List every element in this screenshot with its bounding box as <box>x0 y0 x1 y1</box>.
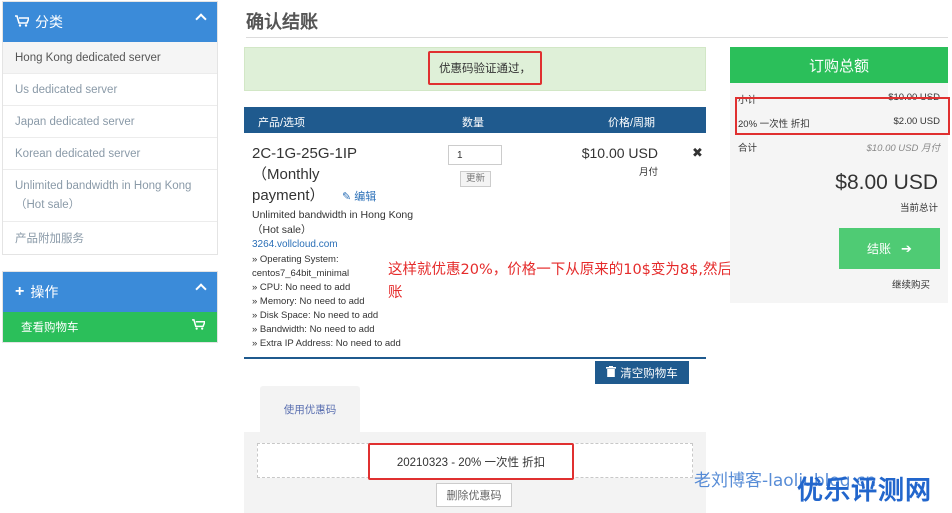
arrow-right-icon: ➔ <box>901 240 912 256</box>
option-disk: » Disk Space: No need to add <box>252 310 379 321</box>
remove-promo-button[interactable]: 删除优惠码 <box>436 483 512 507</box>
sidebar-item-addons[interactable]: 产品附加服务 <box>3 222 217 254</box>
cart-icon <box>192 319 206 333</box>
discount-label: 20% 一次性 折扣 <box>738 119 810 130</box>
order-summary-title: 订购总额 <box>730 47 948 83</box>
sidebar-item-hong-kong-dedicated[interactable]: Hong Kong dedicated server <box>3 42 217 74</box>
cart-icon <box>15 14 31 30</box>
actions-panel-title: 操作 <box>30 284 59 300</box>
chevron-up-icon[interactable] <box>195 13 207 25</box>
col-qty-header: 数量 <box>462 117 484 129</box>
total-row: 合计 $10.00 USD 月付 <box>738 140 940 154</box>
edit-link[interactable]: ✎ 编辑 <box>342 188 376 204</box>
product-group: Unlimited bandwidth in Hong Kong（Hot sal… <box>252 209 414 236</box>
total-due-label: 当前总计 <box>899 203 938 214</box>
title-divider <box>246 37 948 38</box>
checkout-button[interactable]: 结账 ➔ <box>839 228 940 269</box>
checkout-label: 结账 <box>867 242 892 256</box>
category-panel: 分类 Hong Kong dedicated server Us dedicat… <box>2 1 218 255</box>
option-extra-ip: » Extra IP Address: No need to add <box>252 338 401 349</box>
item-price: $10.00 USD <box>581 145 658 161</box>
clear-cart-label: 清空购物车 <box>620 367 678 380</box>
plus-icon: + <box>15 283 25 300</box>
discount-value: $2.00 USD <box>893 116 940 127</box>
option-bandwidth: » Bandwidth: No need to add <box>252 324 375 335</box>
sidebar-item-japan-dedicated[interactable]: Japan dedicated server <box>3 106 217 138</box>
actions-panel: + 操作 查看购物车 <box>2 271 218 343</box>
billing-cycle: 月付 <box>638 167 658 178</box>
applied-promo-code: 20210323 - 20% 一次性 折扣 <box>368 443 574 480</box>
alert-message: 优惠码验证通过， <box>428 51 542 85</box>
total-label: 合计 <box>738 143 758 154</box>
order-summary: 订购总额 小计 $10.00 USD 20% 一次性 折扣 $2.00 USD … <box>730 47 950 303</box>
clear-cart-button[interactable]: 清空购物车 <box>595 361 689 384</box>
view-cart-label: 查看购物车 <box>21 322 79 334</box>
sidebar-item-korean-dedicated[interactable]: Korean dedicated server <box>3 138 217 170</box>
remove-item-icon[interactable]: ✖ <box>692 145 703 161</box>
trash-icon <box>606 365 617 380</box>
category-panel-title: 分类 <box>35 14 63 30</box>
recurring-value: $10.00 USD 月付 <box>866 143 940 154</box>
page-title: 确认结账 <box>246 12 318 33</box>
pencil-icon: ✎ <box>342 191 352 203</box>
cart-item-row: 2C-1G-25G-1IP（Monthly payment） ✎ 编辑 Unli… <box>244 133 706 359</box>
sidebar-item-unlimited-bandwidth[interactable]: Unlimited bandwidth in Hong Kong（Hot sal… <box>3 170 217 222</box>
brand-watermark: 优乐评测网 <box>797 476 933 506</box>
sidebar-item-us-dedicated[interactable]: Us dedicated server <box>3 74 217 106</box>
success-alert: 优惠码验证通过， <box>244 47 706 91</box>
update-quantity-button[interactable]: 更新 <box>460 171 492 187</box>
view-cart-link[interactable]: 查看购物车 <box>3 312 217 342</box>
product-domain: 3264.vollcloud.com <box>252 239 338 250</box>
category-panel-header[interactable]: 分类 <box>3 2 217 42</box>
promo-panel: 20210323 - 20% 一次性 折扣 删除优惠码 <box>244 432 706 513</box>
edit-label: 编辑 <box>354 191 377 203</box>
col-price-header: 价格/周期 <box>608 117 656 129</box>
cart-table-header: 产品/选项 数量 价格/周期 <box>244 107 706 133</box>
total-due: $8.00 USD <box>835 171 938 194</box>
col-product-header: 产品/选项 <box>258 117 306 129</box>
continue-shopping-link[interactable]: 继续购买 <box>892 277 930 291</box>
quantity-input[interactable] <box>448 145 502 165</box>
discount-row: 20% 一次性 折扣 $2.00 USD <box>738 116 940 130</box>
chevron-up-icon[interactable] <box>195 283 207 295</box>
actions-panel-header[interactable]: + 操作 <box>3 272 217 312</box>
tab-use-promo[interactable]: 使用优惠码 <box>260 386 360 432</box>
